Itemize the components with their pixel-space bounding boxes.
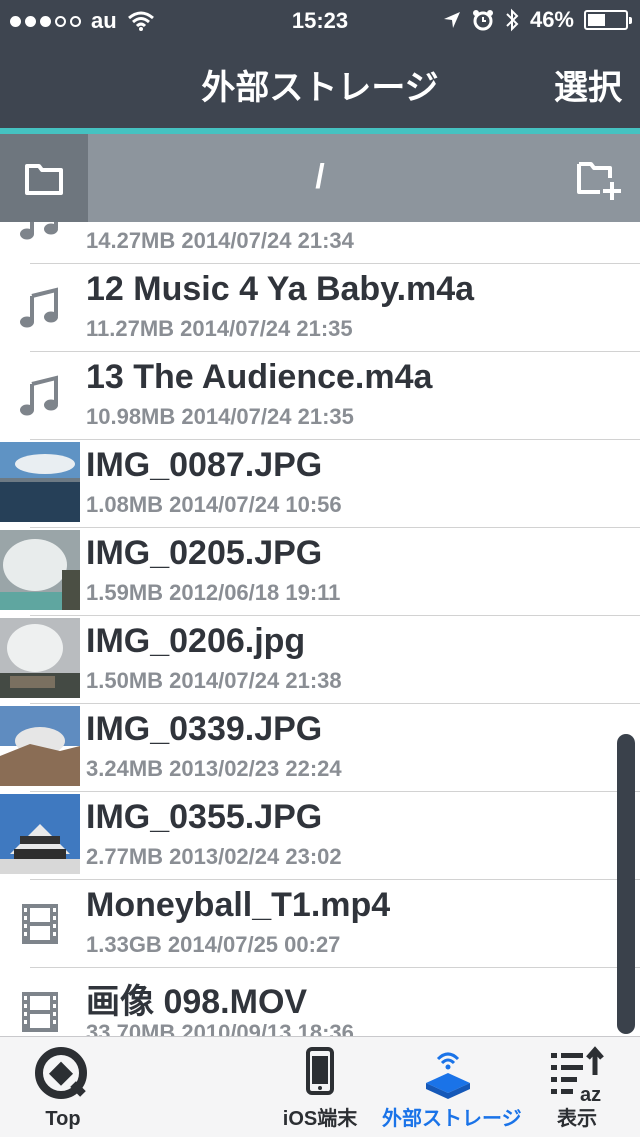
file-meta: 1.59MB 2012/06/18 19:11 xyxy=(86,580,341,605)
file-meta: 1.08MB 2014/07/24 10:56 xyxy=(86,492,342,517)
qfinder-logo-icon xyxy=(35,1047,87,1099)
image-thumbnail xyxy=(0,618,80,698)
file-type-icon xyxy=(0,356,80,436)
music-note-icon xyxy=(20,287,58,328)
location-arrow-icon xyxy=(443,12,460,28)
file-name: IMG_0205.JPG xyxy=(86,534,323,572)
film-icon xyxy=(22,904,58,944)
tab-label: iOS端末 xyxy=(282,1108,358,1130)
file-meta: 11.27MB 2014/07/24 21:35 xyxy=(86,316,353,341)
tab-label: 外部ストレージ xyxy=(382,1108,522,1130)
file-row[interactable]: 13 The Audience.m4a 10.98MB 2014/07/24 21… xyxy=(0,352,640,440)
file-row[interactable]: IMG_0206.jpg 1.50MB 2014/07/24 21:38 xyxy=(0,616,640,704)
battery-percent: 46% xyxy=(529,7,574,32)
status-bar: au 15:23 46% xyxy=(0,0,640,40)
page-title: 外部ストレージ xyxy=(201,69,439,107)
file-row[interactable]: 12 Music 4 Ya Baby.m4a 11.27MB 2014/07/24… xyxy=(0,264,640,352)
file-name: IMG_0206.jpg xyxy=(86,622,306,660)
tab-top[interactable]: Top xyxy=(0,1037,126,1137)
file-type-icon xyxy=(0,268,80,348)
phone-icon xyxy=(306,1047,334,1095)
battery-icon xyxy=(584,10,632,30)
file-meta: 1.33GB 2014/07/25 00:27 xyxy=(86,932,341,957)
film-icon xyxy=(22,992,58,1032)
image-thumbnail xyxy=(0,442,80,522)
file-row[interactable]: 画像 098.MOV 33.70MB 2010/09/13 18:36 xyxy=(0,968,640,1036)
tab-label: 表示 xyxy=(557,1108,597,1130)
tab-display[interactable]: az 表示 xyxy=(514,1037,640,1137)
alarm-icon xyxy=(472,10,493,31)
file-meta: 10.98MB 2014/07/24 21:35 xyxy=(86,404,354,429)
file-row[interactable]: IMG_0087.JPG 1.08MB 2014/07/24 10:56 xyxy=(0,440,640,528)
file-row[interactable]: IMG_0205.JPG 1.59MB 2012/06/18 19:11 xyxy=(0,528,640,616)
wireless-storage-icon xyxy=(426,1052,470,1099)
image-thumbnail xyxy=(0,706,80,786)
file-list[interactable]: 14.27MB 2014/07/24 21:34 12 Music 4 Ya Ba… xyxy=(0,222,640,1036)
file-type-icon xyxy=(0,884,80,964)
file-type-icon xyxy=(0,972,80,1036)
file-name: IMG_0355.JPG xyxy=(86,798,323,836)
image-thumbnail xyxy=(0,530,80,610)
sort-list-icon: az xyxy=(551,1046,604,1105)
tab-bar: Top iOS端末 外部ストレージ az 表示 xyxy=(0,1036,640,1137)
file-name: 13 The Audience.m4a xyxy=(86,358,433,396)
new-folder-icon[interactable] xyxy=(576,156,622,202)
path-bar: / xyxy=(0,134,640,222)
file-meta: 14.27MB 2014/07/24 21:34 xyxy=(86,228,354,253)
tab-label: Top xyxy=(45,1108,81,1130)
file-meta: 1.50MB 2014/07/24 21:38 xyxy=(86,668,342,693)
music-note-icon xyxy=(20,222,58,240)
file-meta: 2.77MB 2013/02/24 23:02 xyxy=(86,844,342,869)
tab-external-storage[interactable]: 外部ストレージ xyxy=(382,1037,522,1137)
file-meta: 33.70MB 2010/09/13 18:36 xyxy=(86,1020,354,1036)
image-thumbnail xyxy=(0,794,80,874)
file-name: 画像 098.MOV xyxy=(86,983,308,1021)
file-meta: 3.24MB 2013/02/23 22:24 xyxy=(86,756,342,781)
file-row[interactable]: 14.27MB 2014/07/24 21:34 xyxy=(0,222,640,264)
file-row[interactable]: Moneyball_T1.mp4 1.33GB 2014/07/25 00:27 xyxy=(0,880,640,968)
file-type-icon xyxy=(0,222,80,260)
bluetooth-icon xyxy=(506,8,519,32)
file-name: Moneyball_T1.mp4 xyxy=(86,886,391,924)
tab-ios-device[interactable]: iOS端末 xyxy=(258,1037,382,1137)
select-button[interactable]: 選択 xyxy=(554,60,622,109)
scrollbar[interactable] xyxy=(617,734,635,1034)
music-note-icon xyxy=(20,375,58,416)
file-name: IMG_0087.JPG xyxy=(86,446,323,484)
file-row[interactable]: IMG_0355.JPG 2.77MB 2013/02/24 23:02 xyxy=(0,792,640,880)
navigation-bar: au 15:23 46% 外部ストレージ 選択 xyxy=(0,0,640,128)
file-name: 12 Music 4 Ya Baby.m4a xyxy=(86,270,475,308)
file-row[interactable]: IMG_0339.JPG 3.24MB 2013/02/23 22:24 xyxy=(0,704,640,792)
file-name: IMG_0339.JPG xyxy=(86,710,323,748)
current-path: / xyxy=(315,158,325,196)
